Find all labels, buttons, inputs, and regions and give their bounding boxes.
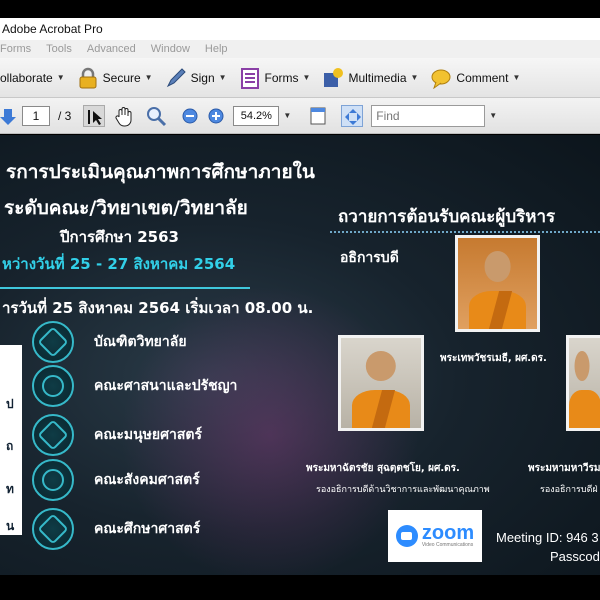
lock-icon — [77, 67, 99, 89]
menu-tools[interactable]: Tools — [46, 43, 72, 55]
title-bar: Adobe Acrobat Pro — [0, 18, 600, 40]
comment-label: Comment — [456, 70, 509, 85]
meeting-id: Meeting ID: 946 3 — [496, 530, 599, 545]
find-input[interactable]: Find — [371, 104, 486, 127]
next-page-arrow-icon[interactable] — [0, 105, 16, 127]
zoom-wordmark: zoom — [421, 522, 475, 544]
monk-photo — [566, 335, 600, 431]
monk-name: พระมหามหาวีรม — [528, 463, 600, 474]
window-title: Adobe Acrobat Pro — [2, 22, 103, 36]
page-total: / 3 — [58, 108, 72, 123]
multimedia-label: Multimedia — [348, 70, 407, 85]
comment-button[interactable]: Comment ▼ — [424, 64, 526, 92]
panel-char: ป — [6, 397, 14, 411]
select-tool-icon[interactable] — [83, 104, 106, 127]
bottom-edge — [0, 575, 600, 600]
hand-tool-icon[interactable] — [113, 105, 135, 127]
page-number-input[interactable]: 1 — [22, 105, 50, 126]
zoom-camera-icon — [395, 525, 418, 547]
faculty-label: คณะสังคมศาสตร์ — [94, 472, 200, 488]
faculty-label: คณะมนุษยศาสตร์ — [94, 427, 203, 443]
slide-title-line1: รการประเมินคุณภาพการศึกษาภายใน — [6, 161, 315, 183]
zoom-tool-icon[interactable] — [145, 105, 167, 127]
acrobat-window: Adobe Acrobat Pro Forms Tools Advanced W… — [0, 0, 600, 600]
panel-char: ท — [6, 482, 14, 496]
faculty-label: คณะศาสนาและปรัชญา — [94, 378, 238, 394]
chevron-down-icon: ▼ — [512, 73, 521, 82]
slide-academic-year: ปีการศึกษา 2563 — [60, 228, 179, 246]
faculty-label: คณะศึกษาศาสตร์ — [94, 521, 201, 537]
comment-icon — [430, 67, 452, 89]
navigation-toolbar: 1 / 3 54.2% ▼ Find ▼ — [0, 98, 600, 134]
pen-icon — [165, 67, 187, 89]
monk-photo — [455, 235, 540, 332]
zoom-in-icon[interactable] — [207, 105, 225, 127]
faculty-item: คณะศาสนาและปรัชญา — [32, 365, 237, 407]
zoom-level-input[interactable]: 54.2% — [233, 105, 280, 126]
menu-window[interactable]: Window — [151, 43, 190, 55]
menu-forms[interactable]: Forms — [0, 43, 31, 55]
document-page: รการประเมินคุณภาพการศึกษาภายใน ระดับคณะ/… — [0, 135, 600, 575]
collaborate-label: ollaborate — [0, 70, 53, 85]
faculty-hex-icon — [32, 414, 74, 456]
chevron-down-icon[interactable]: ▼ — [283, 111, 291, 120]
menu-help[interactable]: Help — [205, 43, 228, 55]
chevron-down-icon: ▼ — [410, 73, 419, 82]
faculty-item: คณะสังคมศาสตร์ — [32, 459, 200, 501]
faculty-item: คณะศึกษาศาสตร์ — [32, 508, 200, 550]
faculty-item: บัณฑิตวิทยาลัย — [32, 321, 187, 363]
zoom-logo-box: zoom Video Communications — [388, 510, 482, 562]
menu-advanced[interactable]: Advanced — [87, 43, 136, 55]
title-underline — [0, 287, 250, 289]
welcome-divider — [330, 231, 600, 233]
fit-page-icon[interactable] — [307, 105, 329, 127]
welcome-title: ถวายการต้อนรับคณะผู้บริหาร — [338, 207, 556, 227]
faculty-ring-icon — [32, 365, 74, 407]
sign-button[interactable]: Sign ▼ — [159, 64, 233, 92]
form-icon — [239, 67, 261, 89]
faculty-hex-icon — [32, 508, 74, 550]
monk-name: พระมหาฉัตรชัย สุฉตฺตชโย, ผศ.ดร. — [306, 463, 460, 474]
chevron-down-icon: ▼ — [144, 73, 153, 82]
monk-name: พระเทพวัชรเมธี, ผศ.ดร. — [440, 353, 547, 364]
slide-title-line2: ระดับคณะ/วิทยาเขต/วิทยาลัย — [4, 197, 248, 219]
monk-photo — [338, 335, 424, 431]
chevron-down-icon: ▼ — [56, 73, 65, 82]
role-label: อธิการบดี — [340, 250, 399, 266]
secure-label: Secure — [102, 70, 141, 85]
chevron-down-icon: ▼ — [302, 73, 311, 82]
tasks-toolbar: ollaborate ▼ Secure ▼ Sign ▼ Forms ▼ Mul… — [0, 58, 600, 98]
forms-button[interactable]: Forms ▼ — [233, 64, 317, 92]
chevron-down-icon: ▼ — [218, 73, 227, 82]
sign-label: Sign — [190, 70, 215, 85]
multimedia-button[interactable]: Multimedia ▼ — [316, 64, 424, 92]
multimedia-icon — [322, 67, 344, 89]
panel-char: น — [6, 519, 15, 533]
faculty-hex-icon — [32, 321, 74, 363]
monk-title: รองอธิการบดีด้านวิชาการและพัฒนาคุณภาพ — [316, 485, 490, 495]
zoom-tagline: Video Communications — [421, 542, 474, 548]
collaborate-button[interactable]: ollaborate ▼ — [0, 64, 71, 92]
left-white-panel: ป ถ ท น — [0, 345, 22, 535]
zoom-out-icon[interactable] — [181, 105, 199, 127]
chevron-down-icon[interactable]: ▼ — [489, 111, 497, 120]
fit-width-icon[interactable] — [341, 104, 364, 127]
slide-date-range: หว่างวันที่ 25 - 27 สิงหาคม 2564 — [2, 255, 236, 273]
menu-bar: Forms Tools Advanced Window Help — [0, 40, 600, 58]
slide-start-time: ารวันที่ 25 สิงหาคม 2564 เริ่มเวลา 08.00… — [2, 299, 314, 317]
faculty-label: บัณฑิตวิทยาลัย — [94, 334, 187, 350]
panel-char: ถ — [6, 439, 14, 453]
secure-button[interactable]: Secure ▼ — [71, 64, 159, 92]
monk-title: รองอธิการบดีฝ่ — [540, 485, 598, 495]
faculty-item: คณะมนุษยศาสตร์ — [32, 414, 202, 456]
meeting-passcode: Passcod — [550, 549, 600, 564]
forms-label: Forms — [264, 70, 299, 85]
faculty-ring-icon — [32, 459, 74, 501]
